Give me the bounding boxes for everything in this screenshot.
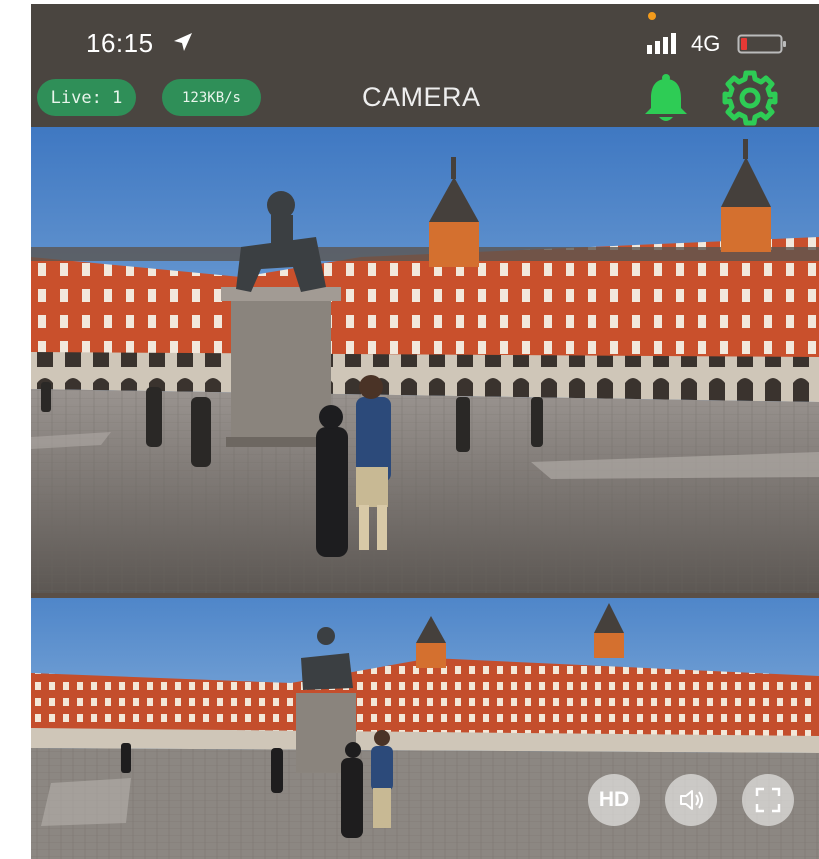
speaker-icon bbox=[680, 790, 703, 810]
fullscreen-icon bbox=[755, 787, 781, 813]
signal-bars-icon bbox=[647, 33, 676, 54]
battery-low-icon bbox=[737, 34, 786, 54]
network-type: 4G bbox=[691, 31, 721, 56]
camera-feed-main[interactable] bbox=[31, 127, 819, 593]
bell-icon[interactable] bbox=[641, 72, 691, 124]
hd-toggle-button[interactable]: HD bbox=[588, 774, 640, 826]
status-time: 16:15 bbox=[86, 28, 154, 58]
camera-screen: 16:15 4G Live: 1 123KB/s CAMERA HD bbox=[31, 4, 819, 859]
top-bar: 16:15 4G Live: 1 123KB/s CAMERA bbox=[31, 4, 819, 127]
sound-toggle-button[interactable] bbox=[665, 774, 717, 826]
recording-dot bbox=[648, 12, 656, 20]
plaza-scene-image bbox=[31, 127, 819, 593]
location-arrow-icon bbox=[174, 33, 192, 51]
page-title: CAMERA bbox=[362, 82, 481, 112]
bitrate-badge: 123KB/s bbox=[162, 79, 261, 116]
gear-icon[interactable] bbox=[721, 69, 779, 127]
live-viewers-badge: Live: 1 bbox=[37, 79, 136, 116]
fullscreen-button[interactable] bbox=[742, 774, 794, 826]
